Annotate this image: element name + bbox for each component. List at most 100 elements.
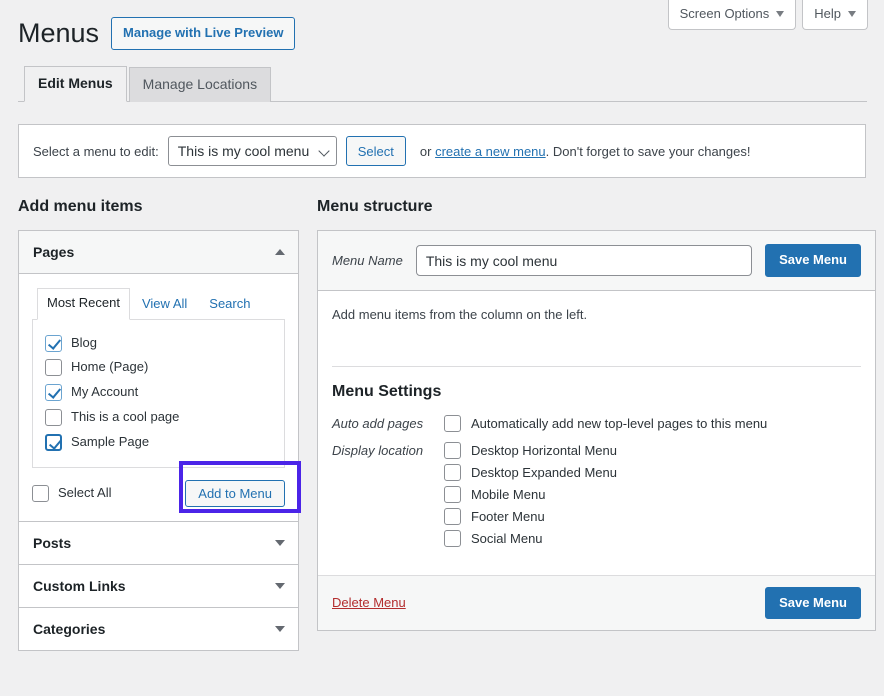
display-location-options: Desktop Horizontal Menu Desktop Expanded… bbox=[444, 442, 617, 547]
list-item[interactable]: This is a cool page bbox=[45, 405, 272, 430]
menu-structure-panel: Menu Name Save Menu Add menu items from … bbox=[317, 230, 876, 630]
menu-select-bar: Select a menu to edit: This is my cool m… bbox=[18, 124, 866, 178]
menu-name-row: Menu Name Save Menu bbox=[318, 231, 875, 290]
accordion-section-categories: Categories bbox=[19, 607, 298, 650]
tab-most-recent[interactable]: Most Recent bbox=[37, 288, 130, 319]
save-menu-button-bottom[interactable]: Save Menu bbox=[765, 587, 861, 619]
delete-menu-link[interactable]: Delete Menu bbox=[332, 595, 406, 610]
list-item[interactable]: Sample Page bbox=[45, 430, 272, 455]
screen-meta-links: Screen Options Help bbox=[668, 0, 868, 30]
location-option-row[interactable]: Desktop Expanded Menu bbox=[444, 464, 617, 481]
location-option-row[interactable]: Desktop Horizontal Menu bbox=[444, 442, 617, 459]
page-title: Menus bbox=[18, 12, 99, 55]
pages-panel-body: Most Recent View All Search Blog Home (P… bbox=[19, 274, 298, 520]
chevron-down-icon bbox=[848, 11, 856, 17]
location-option-label: Desktop Expanded Menu bbox=[471, 465, 617, 480]
add-menu-items-accordion: Pages Most Recent View All Search Blog bbox=[18, 230, 299, 650]
triangle-up-icon[interactable] bbox=[275, 249, 285, 255]
tab-search[interactable]: Search bbox=[199, 289, 260, 319]
tab-manage-locations[interactable]: Manage Locations bbox=[129, 67, 271, 102]
menu-bar-tail: . Don't forget to save your changes! bbox=[546, 144, 751, 159]
pages-inner-tabs: Most Recent View All Search bbox=[32, 288, 285, 319]
checkbox-home-page[interactable] bbox=[45, 359, 62, 376]
menu-structure-heading: Menu structure bbox=[317, 196, 876, 218]
empty-menu-note: Add menu items from the column on the le… bbox=[332, 307, 861, 322]
add-to-menu-button[interactable]: Add to Menu bbox=[185, 480, 285, 507]
manage-with-live-preview-button[interactable]: Manage with Live Preview bbox=[111, 17, 295, 51]
tab-view-all[interactable]: View All bbox=[132, 289, 197, 319]
custom-links-panel-title: Custom Links bbox=[33, 578, 126, 594]
menu-settings-heading: Menu Settings bbox=[332, 383, 861, 401]
menu-panel-footer: Delete Menu Save Menu bbox=[318, 575, 875, 630]
screen-options-label: Screen Options bbox=[680, 6, 770, 22]
checkbox-desktop-horizontal-menu[interactable] bbox=[444, 442, 461, 459]
auto-add-pages-row: Auto add pages Automatically add new top… bbox=[332, 415, 861, 432]
categories-panel-header[interactable]: Categories bbox=[19, 608, 298, 650]
display-location-label: Display location bbox=[332, 442, 444, 458]
auto-add-option-label: Automatically add new top-level pages to… bbox=[471, 416, 767, 431]
custom-links-panel-header[interactable]: Custom Links bbox=[19, 565, 298, 607]
menus-columns: Add menu items Pages Most Recent View Al… bbox=[18, 196, 866, 651]
nav-tab-bar: Edit Menus Manage Locations bbox=[18, 69, 867, 102]
location-option-row[interactable]: Footer Menu bbox=[444, 508, 617, 525]
menu-select-wrapper: This is my cool menu bbox=[168, 136, 337, 166]
checkbox-social-menu[interactable] bbox=[444, 530, 461, 547]
auto-add-options: Automatically add new top-level pages to… bbox=[444, 415, 767, 432]
list-item-label: Home (Page) bbox=[71, 357, 148, 378]
triangle-down-icon[interactable] bbox=[275, 583, 285, 589]
pages-panel-header[interactable]: Pages bbox=[19, 231, 298, 274]
menu-name-input[interactable] bbox=[416, 245, 752, 276]
location-option-label: Desktop Horizontal Menu bbox=[471, 443, 617, 458]
location-option-label: Footer Menu bbox=[471, 509, 545, 524]
select-all-row[interactable]: Select All bbox=[32, 481, 111, 506]
location-option-label: Social Menu bbox=[471, 531, 543, 546]
checkbox-select-all[interactable] bbox=[32, 485, 49, 502]
posts-panel-title: Posts bbox=[33, 535, 71, 551]
display-location-row: Display location Desktop Horizontal Menu… bbox=[332, 442, 861, 547]
list-item-label: My Account bbox=[71, 382, 138, 403]
select-button[interactable]: Select bbox=[346, 136, 406, 166]
list-item[interactable]: My Account bbox=[45, 380, 272, 405]
pages-list-footer: Select All Add to Menu bbox=[32, 468, 285, 521]
select-menu-label: Select a menu to edit: bbox=[33, 144, 159, 159]
menu-structure-column: Menu structure Menu Name Save Menu Add m… bbox=[317, 196, 876, 631]
checkbox-this-is-a-cool-page[interactable] bbox=[45, 409, 62, 426]
screen-options-button[interactable]: Screen Options bbox=[668, 0, 797, 30]
add-menu-items-column: Add menu items Pages Most Recent View Al… bbox=[18, 196, 299, 651]
list-item[interactable]: Blog bbox=[45, 331, 272, 356]
menu-select-dropdown[interactable]: This is my cool menu bbox=[168, 136, 337, 166]
posts-panel-header[interactable]: Posts bbox=[19, 522, 298, 564]
location-option-row[interactable]: Social Menu bbox=[444, 530, 617, 547]
list-item-label: Sample Page bbox=[71, 432, 149, 453]
save-menu-button-top[interactable]: Save Menu bbox=[765, 244, 861, 276]
auto-add-option-row[interactable]: Automatically add new top-level pages to… bbox=[444, 415, 767, 432]
help-button[interactable]: Help bbox=[802, 0, 868, 30]
location-option-row[interactable]: Mobile Menu bbox=[444, 486, 617, 503]
triangle-down-icon[interactable] bbox=[275, 540, 285, 546]
checkbox-mobile-menu[interactable] bbox=[444, 486, 461, 503]
tab-edit-menus[interactable]: Edit Menus bbox=[24, 66, 127, 102]
menu-settings-section: Menu Settings Auto add pages Automatical… bbox=[318, 367, 875, 575]
menu-name-label: Menu Name bbox=[332, 253, 403, 268]
or-text: or bbox=[420, 144, 432, 159]
checkbox-blog[interactable] bbox=[45, 335, 62, 352]
add-menu-items-heading: Add menu items bbox=[18, 196, 299, 218]
checkbox-footer-menu[interactable] bbox=[444, 508, 461, 525]
accordion-section-pages: Pages Most Recent View All Search Blog bbox=[19, 231, 298, 520]
list-item-label: Blog bbox=[71, 333, 97, 354]
checkbox-desktop-expanded-menu[interactable] bbox=[444, 464, 461, 481]
create-new-menu-link[interactable]: create a new menu bbox=[435, 144, 546, 159]
checkbox-my-account[interactable] bbox=[45, 384, 62, 401]
auto-add-pages-label: Auto add pages bbox=[332, 415, 444, 431]
checkbox-sample-page[interactable] bbox=[45, 434, 62, 451]
categories-panel-title: Categories bbox=[33, 621, 105, 637]
pages-item-list: Blog Home (Page) My Account This is bbox=[32, 320, 285, 468]
menu-bar-hint: or create a new menu. Don't forget to sa… bbox=[420, 144, 751, 159]
accordion-section-custom-links: Custom Links bbox=[19, 564, 298, 607]
list-item[interactable]: Home (Page) bbox=[45, 355, 272, 380]
triangle-down-icon[interactable] bbox=[275, 626, 285, 632]
checkbox-auto-add-pages[interactable] bbox=[444, 415, 461, 432]
help-label: Help bbox=[814, 6, 841, 22]
chevron-down-icon bbox=[776, 11, 784, 17]
menu-items-area: Add menu items from the column on the le… bbox=[318, 291, 875, 367]
